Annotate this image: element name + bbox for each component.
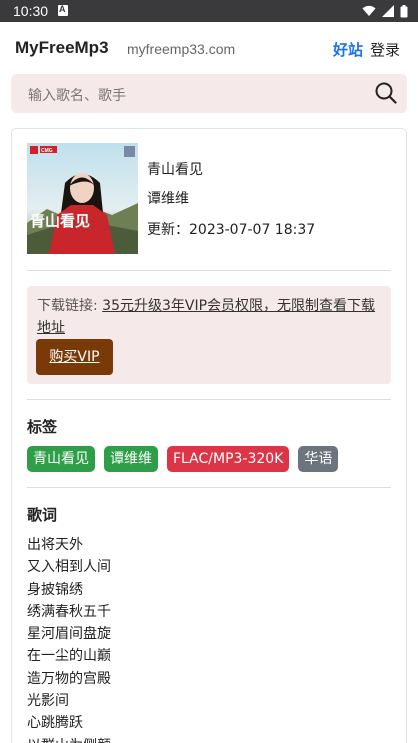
lyric-line: 光影间 (27, 693, 69, 710)
tags-title: 标签 (27, 418, 58, 436)
lyric-line: 造万物的宫殿 (27, 670, 111, 687)
divider (27, 399, 391, 400)
download-label: 下载链接: (37, 298, 103, 314)
cover-calligraphy: 青山看见 (30, 212, 90, 230)
album-cover: CMG 青山看见 (27, 143, 138, 254)
song-artist[interactable]: 谭维维 (147, 188, 189, 208)
search-icon[interactable] (375, 82, 397, 104)
lyric-line: 心跳腾跃 (27, 715, 83, 732)
lyric-line: 又入相到人间 (27, 559, 111, 576)
lyric-line: 在一尘的山巅 (27, 648, 111, 665)
brand-logo[interactable]: MyFreeMp3 (15, 38, 109, 58)
lyric-line: 出将天外 (27, 537, 83, 553)
lyric-line: 身披锦绣 (27, 581, 83, 598)
signal-icon (382, 5, 394, 17)
song-update-time: 更新：2023-07-07 18:37 (147, 219, 315, 239)
site-domain: myfreemp33.com (127, 41, 236, 57)
buy-vip-button[interactable]: 购买VIP (36, 339, 113, 375)
search-input[interactable]: 输入歌名、歌手 (28, 85, 126, 105)
divider (27, 487, 391, 488)
tag-language[interactable]: 华语 (298, 446, 339, 472)
divider (27, 270, 391, 271)
wifi-icon (362, 5, 376, 16)
tag-artist[interactable]: 谭维维 (104, 446, 158, 472)
site-header: MyFreeMp3 myfreemp33.com 好站 登录 (0, 22, 418, 72)
notification-icon: A (58, 4, 68, 16)
lyric-line: 以群山为侧颜 (27, 735, 111, 743)
status-icons (362, 4, 408, 18)
lyrics-title: 歌词 (27, 506, 58, 524)
tag-song[interactable]: 青山看见 (27, 446, 95, 472)
battery-icon (400, 4, 408, 17)
lyric-line: 绣满春秋五千 (27, 603, 111, 620)
lyrics-body: 出将天外 又入相到人间 身披锦绣 绣满春秋五千 星河眉间盘旋 在一尘的山巅 造万… (27, 534, 111, 743)
download-box: 下载链接: 35元升级3年VIP会员权限，无限制查看下载地址 购买VIP (27, 286, 391, 384)
nav-good-sites-link[interactable]: 好站 (333, 39, 363, 60)
status-time: 10:30 (13, 3, 49, 19)
search-bar[interactable]: 输入歌名、歌手 (11, 74, 407, 113)
tag-format[interactable]: FLAC/MP3-320K (167, 446, 290, 472)
song-title: 青山看见 (147, 162, 203, 178)
update-label: 更新： (147, 222, 189, 238)
tag-list: 青山看见 谭维维 FLAC/MP3-320K 华语 (27, 446, 339, 472)
cover-badge: CMG (41, 148, 53, 154)
download-text: 下载链接: 35元升级3年VIP会员权限，无限制查看下载地址 (37, 295, 387, 339)
status-bar: 10:30 A (0, 0, 418, 22)
nav-login-link[interactable]: 登录 (370, 39, 400, 60)
lyric-line: 星河眉间盘旋 (27, 626, 111, 643)
update-date: 2023-07-07 18:37 (189, 222, 316, 238)
